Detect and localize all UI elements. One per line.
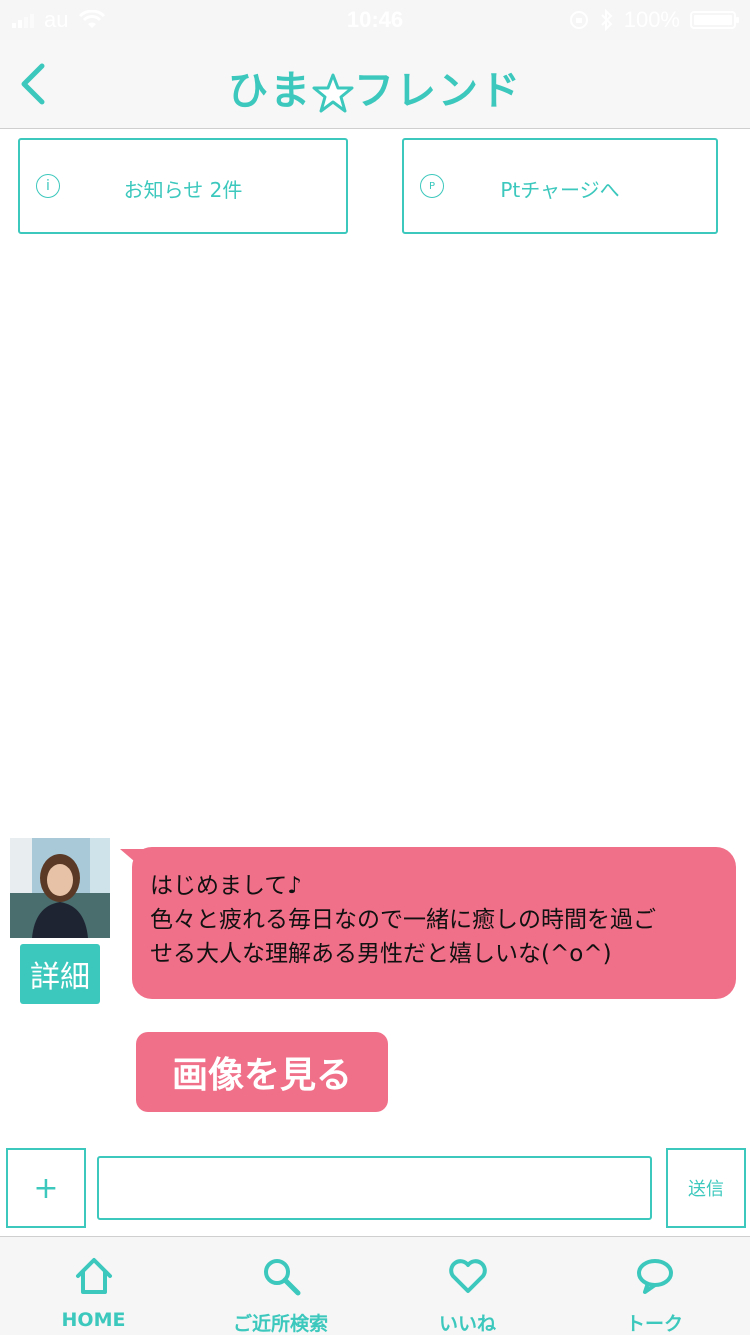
notices-button[interactable]: i お知らせ 2件 (18, 138, 348, 234)
chat-bubble-icon (637, 1259, 673, 1294)
status-bar: au 10:46 100% (0, 0, 750, 40)
status-right: 100% (568, 7, 739, 33)
detail-button[interactable]: 詳細 (20, 944, 100, 1004)
view-image-button[interactable]: 画像を見る (136, 1032, 388, 1112)
message-line: せる大人な理解ある男性だと嬉しいな(^o^) (150, 941, 612, 967)
star-icon (312, 73, 354, 113)
nav-bar: ひま フレンド (0, 40, 750, 129)
tab-likes[interactable]: いいね (374, 1237, 561, 1335)
battery-percent: 100% (623, 7, 680, 32)
send-button[interactable]: 送信 (666, 1148, 746, 1228)
tab-talk[interactable]: トーク (561, 1237, 748, 1335)
tab-home-label: HOME (61, 1309, 126, 1331)
home-icon (76, 1258, 112, 1294)
logo-text-right: フレンド (354, 68, 522, 114)
message-bubble: はじめまして♪ 色々と疲れる毎日なので一緒に癒しの時間を過ご せる大人な理解ある… (132, 847, 736, 999)
bluetooth-icon (601, 9, 613, 31)
message-line: 色々と疲れる毎日なので一緒に癒しの時間を過ご (150, 907, 656, 933)
tab-talk-label: トーク (625, 1313, 683, 1335)
search-icon (264, 1259, 301, 1296)
notices-label: お知らせ 2件 (123, 178, 243, 202)
avatar[interactable] (10, 838, 110, 938)
tab-nearby-search[interactable]: ご近所検索 (187, 1237, 374, 1335)
rotation-lock-icon (569, 11, 588, 29)
message-line: はじめまして♪ (150, 873, 302, 899)
app-logo: ひま フレンド (0, 58, 750, 116)
point-charge-button[interactable]: P Ptチャージへ (402, 138, 718, 234)
profile-photo (10, 838, 110, 938)
point-charge-label: Ptチャージへ (500, 178, 620, 202)
heart-icon (449, 1259, 487, 1293)
message-input[interactable] (97, 1156, 652, 1220)
attach-button[interactable]: + (6, 1148, 86, 1228)
battery-icon (690, 11, 739, 29)
tab-likes-label: いいね (438, 1313, 496, 1335)
tab-home[interactable]: HOME (0, 1237, 187, 1335)
logo-text-left: ひま (228, 68, 312, 114)
tab-nearby-search-label: ご近所検索 (232, 1313, 328, 1335)
tab-bar: HOME ご近所検索 いいね トーク (0, 1236, 750, 1335)
compose-bar: + 送信 (0, 1146, 750, 1232)
